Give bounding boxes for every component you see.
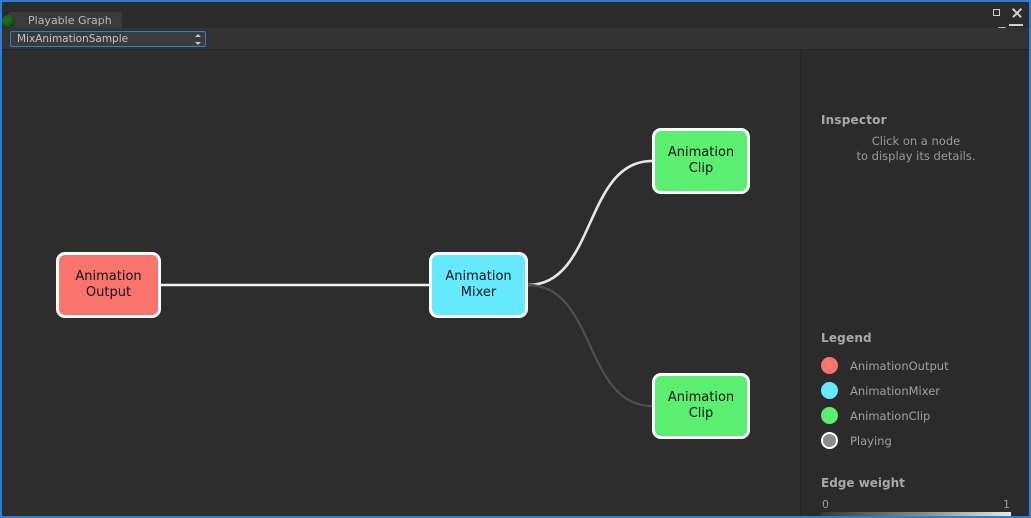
edge-weight-max-label: 1 [1003,498,1010,511]
inspector-hint: Click on a node to display its details. [821,134,1011,164]
legend-title: Legend [821,331,872,345]
window-controls [991,7,1023,19]
legend-swatch-icon [821,357,838,374]
legend-item: Playing [821,428,1021,453]
graph-canvas[interactable]: Animation Output Animation Mixer Animation Cl… [4,51,804,516]
graph-node-label: Animation Clip [667,145,735,176]
legend-item-label: Playing [850,433,892,448]
green-dot-icon [2,15,15,28]
legend-item: AnimationOutput [821,353,1021,378]
legend-swatch-icon [821,407,838,424]
legend-item-label: AnimationClip [850,408,931,423]
tab-label: Playable Graph [28,14,112,27]
graph-node-animation-clip-1[interactable]: Animation Clip [652,128,750,194]
toolbar: MixAnimationSample [2,28,1029,50]
edge-weight-section: Edge weight 0 1 [821,476,1011,516]
inspector-title: Inspector [821,113,887,127]
legend-swatch-icon [821,382,838,399]
inspector-hint-line-2: to display its details. [856,149,976,163]
edge-weight-min-label: 0 [822,498,829,511]
inspector-hint-line-1: Click on a node [871,134,961,148]
up-down-stepper-icon [194,34,201,45]
graph-node-label: Animation Mixer [445,269,512,300]
graph-node-label: Animation Output [75,269,142,300]
side-panel: Inspector Click on a node to display its… [800,51,1027,516]
edge-weight-scale: 0 1 [821,498,1011,512]
edge-weight-gradient-bar [821,512,1011,516]
graph-edge-edge-mixer-clip-2 [526,283,654,408]
legend-list: AnimationOutput AnimationMixer AnimationCl… [821,353,1021,453]
graph-node-label: Animation Clip [667,390,735,421]
legend-item-label: AnimationMixer [850,383,941,398]
playable-graph-window: Playable Graph MixAnimationSample Animat… [0,0,1031,518]
graph-node-animation-mixer[interactable]: Animation Mixer [429,252,528,318]
graph-selector-value: MixAnimationSample [17,33,129,45]
legend-item-label: AnimationOutput [850,358,949,373]
graph-node-animation-output[interactable]: Animation Output [56,252,161,318]
legend-item: AnimationClip [821,403,1021,428]
window-titlebar: Playable Graph [2,2,1029,34]
maximize-icon[interactable] [991,7,1003,19]
close-icon[interactable] [1011,7,1023,19]
legend-swatch-icon [821,432,838,449]
graph-selector-dropdown[interactable]: MixAnimationSample [10,31,206,47]
graph-edge-edge-mixer-clip-1 [526,159,654,287]
edge-weight-title: Edge weight [821,476,905,490]
graph-node-animation-clip-2[interactable]: Animation Clip [652,373,750,439]
legend-item: AnimationMixer [821,378,1021,403]
